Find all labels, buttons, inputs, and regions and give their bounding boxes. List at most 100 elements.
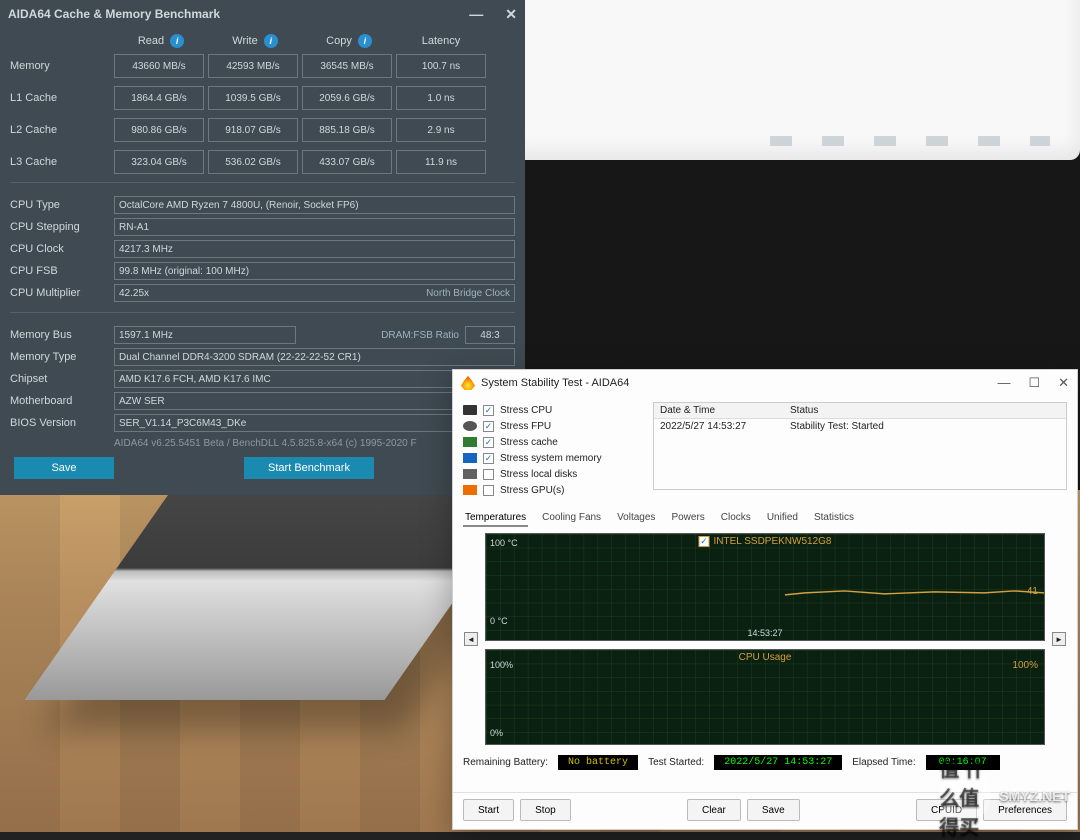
elapsed-label: Elapsed Time: xyxy=(852,757,915,768)
checkbox-cpu[interactable] xyxy=(483,405,494,416)
started-value: 2022/5/27 14:53:27 xyxy=(714,755,842,770)
tab-statistics[interactable]: Statistics xyxy=(812,510,856,527)
l2-write[interactable]: 918.07 GB/s xyxy=(208,118,298,142)
row-l1: L1 Cache 1864.4 GB/s 1039.5 GB/s 2059.6 … xyxy=(10,86,515,110)
checkbox-gpu[interactable] xyxy=(483,485,494,496)
ratio-value: 48:3 xyxy=(465,326,515,344)
mem-icon xyxy=(463,453,477,463)
tab-fans[interactable]: Cooling Fans xyxy=(540,510,603,527)
close-icon[interactable]: ✕ xyxy=(505,6,517,23)
l2-copy[interactable]: 885.18 GB/s xyxy=(302,118,392,142)
stress-gpu-label: Stress GPU(s) xyxy=(500,485,564,496)
info-icon[interactable]: i xyxy=(358,34,372,48)
stress-mem-label: Stress system memory xyxy=(500,453,602,464)
tab-voltages[interactable]: Voltages xyxy=(615,510,657,527)
tab-clocks[interactable]: Clocks xyxy=(719,510,753,527)
cpu-type-row: CPU TypeOctalCore AMD Ryzen 7 4800U, (Re… xyxy=(10,194,515,216)
cpu-clock-value: 4217.3 MHz xyxy=(114,240,515,258)
start-button[interactable]: Start xyxy=(463,799,514,821)
col-write: Write xyxy=(232,35,257,47)
gpu-icon xyxy=(463,485,477,495)
checkbox-disk[interactable] xyxy=(483,469,494,480)
log-row[interactable]: 2022/5/27 14:53:27Stability Test: Starte… xyxy=(654,419,1066,434)
cpu-usage-graph: CPU Usage 100% 0% 100% xyxy=(485,649,1045,745)
cpu-mult-row: CPU Multiplier42.25xNorth Bridge Clock xyxy=(10,282,515,304)
memory-latency[interactable]: 100.7 ns xyxy=(396,54,486,78)
window-titlebar[interactable]: AIDA64 Cache & Memory Benchmark — ✕ xyxy=(0,0,525,28)
l3-write[interactable]: 536.02 GB/s xyxy=(208,150,298,174)
tab-unified[interactable]: Unified xyxy=(765,510,800,527)
stress-cpu-label: Stress CPU xyxy=(500,405,552,416)
mem-type-row: Memory TypeDual Channel DDR4-3200 SDRAM … xyxy=(10,346,515,368)
started-label: Test Started: xyxy=(648,757,704,768)
col-status: Status xyxy=(784,403,1066,418)
disk-icon xyxy=(463,469,477,479)
column-headers: Readi Writei Copyi Latency xyxy=(114,34,515,48)
scroll-left-icon[interactable]: ◄ xyxy=(464,632,478,646)
tab-powers[interactable]: Powers xyxy=(669,510,706,527)
stop-button[interactable]: Stop xyxy=(520,799,571,821)
close-icon[interactable]: ✕ xyxy=(1058,375,1069,391)
maximize-icon[interactable]: ☐ xyxy=(1028,375,1040,391)
series-checkbox[interactable] xyxy=(698,536,709,547)
l3-latency[interactable]: 11.9 ns xyxy=(396,150,486,174)
save-button[interactable]: Save xyxy=(14,457,114,479)
window-titlebar[interactable]: System Stability Test - AIDA64 — ☐ ✕ xyxy=(453,370,1077,396)
row-l3: L3 Cache 323.04 GB/s 536.02 GB/s 433.07 … xyxy=(10,150,515,174)
mem-type-value: Dual Channel DDR4-3200 SDRAM (22-22-22-5… xyxy=(114,348,515,366)
info-icon[interactable]: i xyxy=(170,34,184,48)
col-datetime: Date & Time xyxy=(654,403,784,418)
info-icon[interactable]: i xyxy=(264,34,278,48)
memory-read[interactable]: 43660 MB/s xyxy=(114,54,204,78)
minimize-icon[interactable]: — xyxy=(469,6,483,23)
stress-cache-label: Stress cache xyxy=(500,437,558,448)
minimize-icon[interactable]: — xyxy=(997,375,1010,391)
log-table: Date & TimeStatus 2022/5/27 14:53:27Stab… xyxy=(653,402,1067,490)
fpu-icon xyxy=(463,421,477,431)
l2-latency[interactable]: 2.9 ns xyxy=(396,118,486,142)
cache-icon xyxy=(463,437,477,447)
start-benchmark-button[interactable]: Start Benchmark xyxy=(244,457,374,479)
graph1-value: 41 xyxy=(1027,586,1038,597)
graph1-title: INTEL SSDPEKNW512G8 xyxy=(713,536,831,547)
bios-row: BIOS VersionSER_V1.14_P3C6M43_DKe xyxy=(10,412,515,434)
cpu-mult-value: 42.25xNorth Bridge Clock xyxy=(114,284,515,302)
battery-label: Remaining Battery: xyxy=(463,757,548,768)
stress-fpu-label: Stress FPU xyxy=(500,421,551,432)
col-copy: Copy xyxy=(326,35,352,47)
mem-bus-value: 1597.1 MHz xyxy=(114,326,296,344)
graph2-value: 100% xyxy=(1012,660,1038,671)
tab-bar: Temperatures Cooling Fans Voltages Power… xyxy=(463,510,1067,527)
checkbox-mem[interactable] xyxy=(483,453,494,464)
clear-button[interactable]: Clear xyxy=(687,799,741,821)
stress-disk-label: Stress local disks xyxy=(500,469,577,480)
window-title: AIDA64 Cache & Memory Benchmark xyxy=(8,7,220,21)
l3-copy[interactable]: 433.07 GB/s xyxy=(302,150,392,174)
mem-bus-row: Memory Bus1597.1 MHzDRAM:FSB Ratio48:3 xyxy=(10,324,515,346)
l3-read[interactable]: 323.04 GB/s xyxy=(114,150,204,174)
cpu-fsb-row: CPU FSB99.8 MHz (original: 100 MHz) xyxy=(10,260,515,282)
checkbox-fpu[interactable] xyxy=(483,421,494,432)
cpu-stepping-value: RN-A1 xyxy=(114,218,515,236)
l1-latency[interactable]: 1.0 ns xyxy=(396,86,486,110)
cpu-fsb-value: 99.8 MHz (original: 100 MHz) xyxy=(114,262,515,280)
memory-write[interactable]: 42593 MB/s xyxy=(208,54,298,78)
cpu-type-value: OctalCore AMD Ryzen 7 4800U, (Renoir, So… xyxy=(114,196,515,214)
l1-copy[interactable]: 2059.6 GB/s xyxy=(302,86,392,110)
memory-copy[interactable]: 36545 MB/s xyxy=(302,54,392,78)
window-title: System Stability Test - AIDA64 xyxy=(481,377,629,389)
scroll-right-icon[interactable]: ► xyxy=(1052,632,1066,646)
watermark-site: SMYZ.NET xyxy=(999,788,1070,804)
l1-write[interactable]: 1039.5 GB/s xyxy=(208,86,298,110)
tab-temperatures[interactable]: Temperatures xyxy=(463,510,528,527)
chipset-row: ChipsetAMD K17.6 FCH, AMD K17.6 IMC xyxy=(10,368,515,390)
l1-read[interactable]: 1864.4 GB/s xyxy=(114,86,204,110)
row-l2: L2 Cache 980.86 GB/s 918.07 GB/s 885.18 … xyxy=(10,118,515,142)
graph2-title: CPU Usage xyxy=(739,652,792,663)
checkbox-cache[interactable] xyxy=(483,437,494,448)
save-button[interactable]: Save xyxy=(747,799,800,821)
cpu-clock-row: CPU Clock4217.3 MHz xyxy=(10,238,515,260)
l2-read[interactable]: 980.86 GB/s xyxy=(114,118,204,142)
cpu-icon xyxy=(463,405,477,415)
watermark: 值 什么值得买 SMYZ.NET xyxy=(939,770,1070,822)
